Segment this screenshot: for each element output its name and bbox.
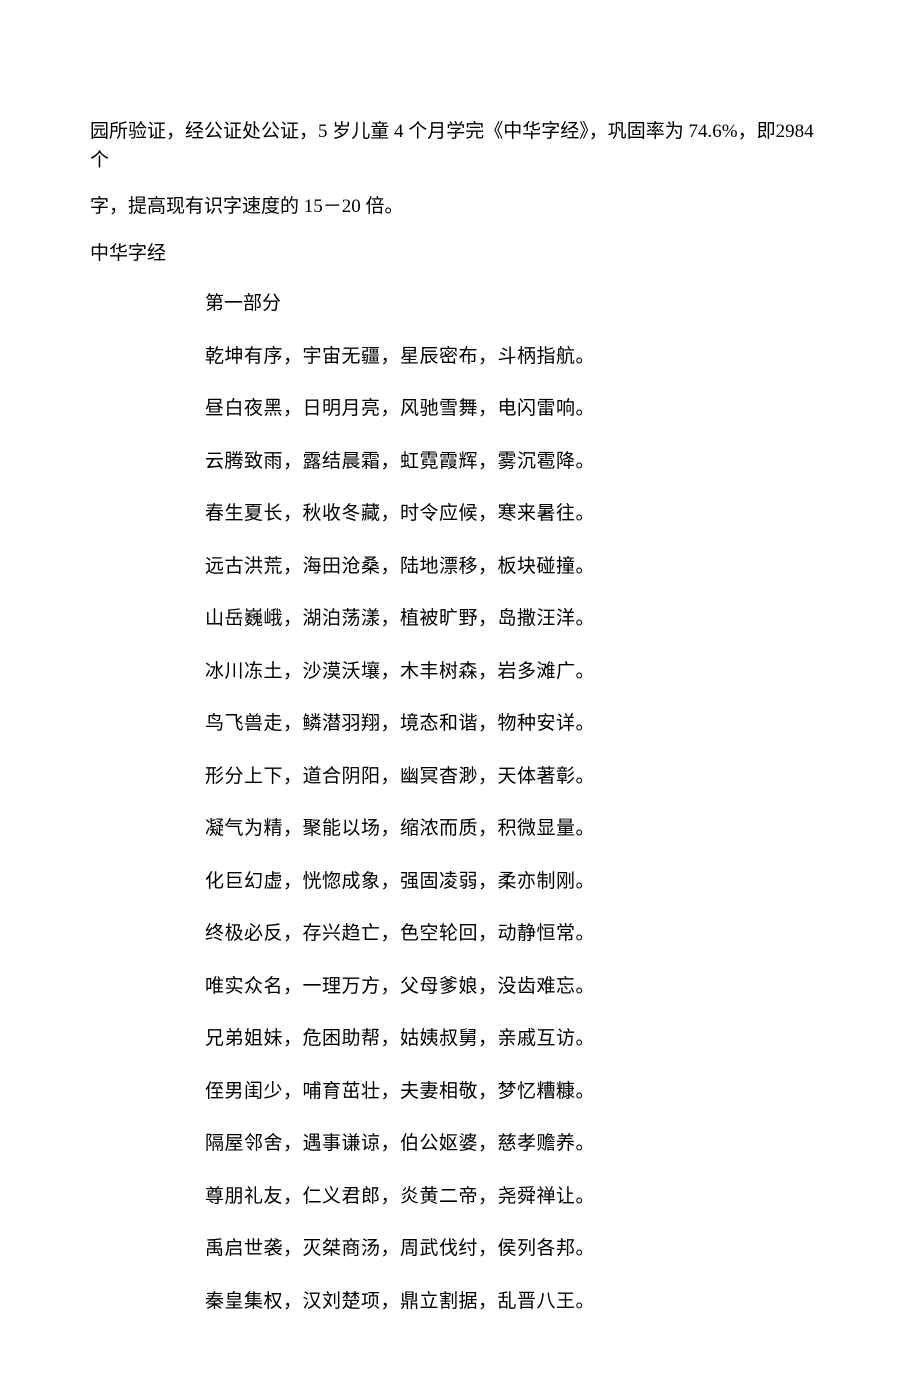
poem-line: 禹启世袭，灭桀商汤，周武伐纣，侯列各邦。 [205,1235,830,1264]
poem-line-text: 春生夏长，秋收冬藏，时令应候，寒来暑往。 [205,503,595,524]
poem-line: 春生夏长，秋收冬藏，时令应候，寒来暑往。 [205,500,830,529]
poem-line-text: 冰川冻土，沙漠沃壤，木丰树森，岩多滩广。 [205,661,595,682]
poem-line: 兄弟姐妹，危困助帮，姑姨叔舅，亲戚互访。 [205,1025,830,1054]
intro-paragraph-2: 字，提高现有识字速度的 15－20 倍。 [90,193,830,222]
poem-line-text: 侄男闺少，哺育茁壮，夫妻相敬，梦忆糟糠。 [205,1081,595,1102]
poem-line: 形分上下，道合阴阳，幽冥杳渺，天体著彰。 [205,763,830,792]
poem-line-text: 尊朋礼友，仁义君郎，炎黄二帝，尧舜禅让。 [205,1186,595,1207]
poem-line-text: 形分上下，道合阴阳，幽冥杳渺，天体著彰。 [205,766,595,787]
poem-line-text: 远古洪荒，海田沧桑，陆地漂移，板块碰撞。 [205,556,595,577]
poem-line: 鸟飞兽走，鳞潜羽翔，境态和谐，物种安详。 [205,710,830,739]
poem-line-text: 化巨幻虚，恍惚成象，强固凌弱，柔亦制刚。 [205,871,595,892]
intro-text-1: 园所验证，经公证处公证，5 岁儿童 4 个月学完《中华字经》，巩固率为 74.6… [90,121,814,171]
poem-line: 侄男闺少，哺育茁壮，夫妻相敬，梦忆糟糠。 [205,1078,830,1107]
poem-line-text: 隔屋邻舍，遇事谦谅，伯公妪婆，慈孝赡养。 [205,1133,595,1154]
poem-line: 尊朋礼友，仁义君郎，炎黄二帝，尧舜禅让。 [205,1183,830,1212]
poem-line-text: 乾坤有序，宇宙无疆，星辰密布，斗柄指航。 [205,346,595,367]
poem-line: 乾坤有序，宇宙无疆，星辰密布，斗柄指航。 [205,343,830,372]
poem-line: 云腾致雨，露结晨霜，虹霓霞辉，雾沉雹降。 [205,448,830,477]
poem-line: 唯实众名，一理万方，父母爹娘，没齿难忘。 [205,973,830,1002]
poem-line: 隔屋邻舍，遇事谦谅，伯公妪婆，慈孝赡养。 [205,1130,830,1159]
poem-line: 终极必反，存兴趋亡，色空轮回，动静恒常。 [205,920,830,949]
section-heading-text: 第一部分 [205,293,281,314]
poem-line-text: 云腾致雨，露结晨霜，虹霓霞辉，雾沉雹降。 [205,451,595,472]
poem-line-text: 山岳巍峨，湖泊荡漾，植被旷野，岛撒汪洋。 [205,608,595,629]
document-title: 中华字经 [90,240,830,269]
poem-line-text: 凝气为精，聚能以场，缩浓而质，积微显量。 [205,818,595,839]
poem-line: 昼白夜黑，日明月亮，风驰雪舞，电闪雷响。 [205,395,830,424]
intro-paragraph-1: 园所验证，经公证处公证，5 岁儿童 4 个月学完《中华字经》，巩固率为 74.6… [90,118,830,175]
poem-line: 远古洪荒，海田沧桑，陆地漂移，板块碰撞。 [205,553,830,582]
poem-line-text: 秦皇集权，汉刘楚项，鼎立割据，乱晋八王。 [205,1291,595,1312]
section-heading: 第一部分 [90,290,830,319]
poem-line: 凝气为精，聚能以场，缩浓而质，积微显量。 [205,815,830,844]
poem-line-text: 禹启世袭，灭桀商汤，周武伐纣，侯列各邦。 [205,1238,595,1259]
poem-line-text: 唯实众名，一理万方，父母爹娘，没齿难忘。 [205,976,595,997]
poem-line: 化巨幻虚，恍惚成象，强固凌弱，柔亦制刚。 [205,868,830,897]
intro-text-2: 字，提高现有识字速度的 15－20 倍。 [90,196,404,217]
poem-line-text: 昼白夜黑，日明月亮，风驰雪舞，电闪雷响。 [205,398,595,419]
title-text: 中华字经 [90,243,166,264]
poem-line-text: 兄弟姐妹，危困助帮，姑姨叔舅，亲戚互访。 [205,1028,595,1049]
poem-line: 冰川冻土，沙漠沃壤，木丰树森，岩多滩广。 [205,658,830,687]
poem-line: 山岳巍峨，湖泊荡漾，植被旷野，岛撒汪洋。 [205,605,830,634]
poem-line-text: 终极必反，存兴趋亡，色空轮回，动静恒常。 [205,923,595,944]
poem-line-text: 鸟飞兽走，鳞潜羽翔，境态和谐，物种安详。 [205,713,595,734]
poem-block: 乾坤有序，宇宙无疆，星辰密布，斗柄指航。 昼白夜黑，日明月亮，风驰雪舞，电闪雷响… [90,343,830,1317]
